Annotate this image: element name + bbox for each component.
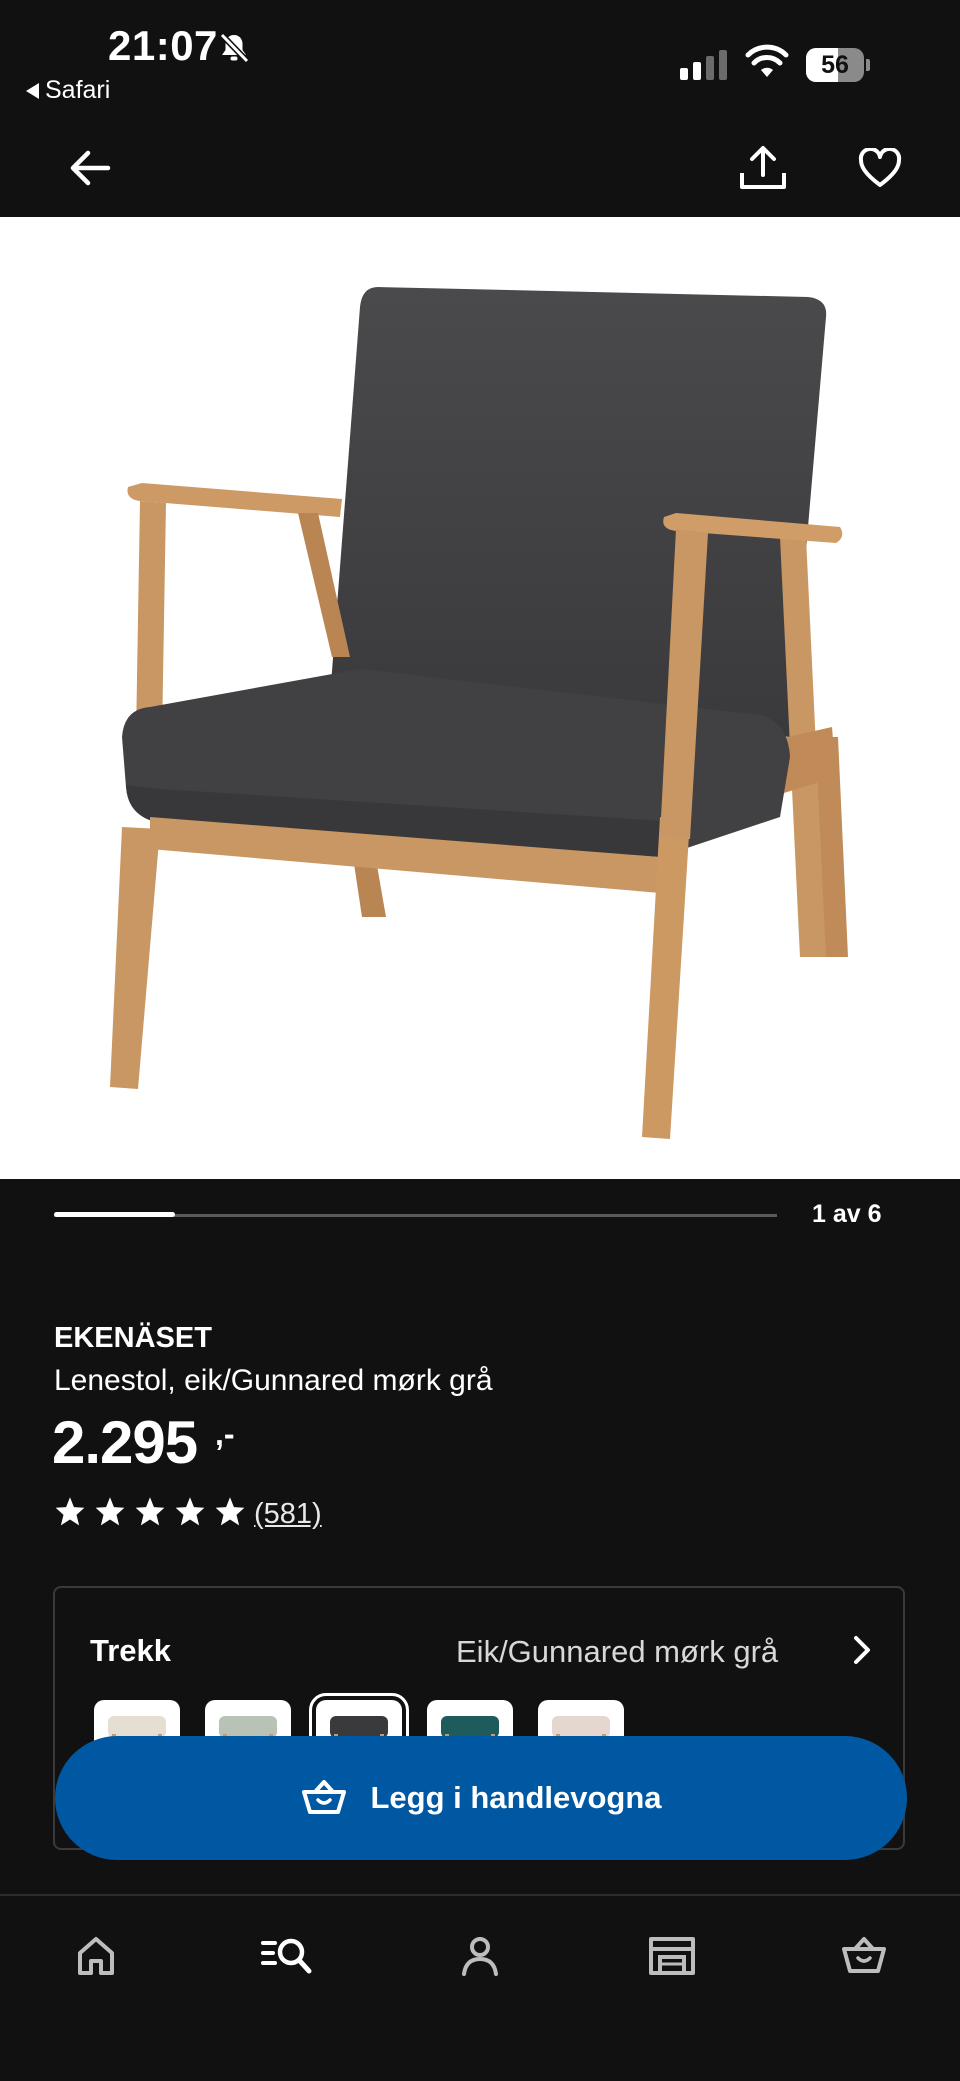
rating-stars[interactable] <box>54 1496 246 1526</box>
favorite-button[interactable] <box>852 140 908 196</box>
wifi-icon <box>745 44 789 77</box>
cart-basket-icon <box>302 1780 347 1814</box>
gallery-counter: 1 av 6 <box>812 1200 882 1228</box>
add-to-cart-label: Legg i handlevogna <box>370 1780 662 1815</box>
add-to-cart-button[interactable]: Legg i handlevogna <box>55 1736 907 1860</box>
home-icon <box>78 1937 114 1975</box>
profile-icon <box>462 1937 498 1976</box>
variant-value: Eik/Gunnared mørk grå <box>456 1634 779 1669</box>
back-to-safari[interactable]: Safari <box>26 76 110 105</box>
share-icon <box>740 146 786 189</box>
bell-slash-icon <box>219 32 250 64</box>
star-icon <box>95 1497 125 1526</box>
star-icon <box>135 1497 165 1526</box>
back-triangle-icon <box>26 82 39 99</box>
star-icon <box>175 1497 205 1526</box>
battery-level: 56 <box>821 51 849 79</box>
tab-home[interactable] <box>61 1920 131 1990</box>
star-icon <box>215 1497 245 1526</box>
back-arrow-icon <box>70 150 111 186</box>
tab-stores[interactable] <box>637 1920 707 1990</box>
armchair-illustration <box>110 287 848 1139</box>
store-icon <box>649 1937 695 1975</box>
share-button[interactable] <box>735 140 791 196</box>
tab-search[interactable] <box>252 1920 322 1990</box>
tab-profile[interactable] <box>445 1920 515 1990</box>
cart-basket-icon <box>842 1937 886 1973</box>
product-image[interactable] <box>0 217 960 1179</box>
variant-label: Trekk <box>90 1633 172 1668</box>
star-icon <box>55 1497 85 1526</box>
review-count-link[interactable]: (581) <box>254 1498 322 1531</box>
signal-icon <box>680 50 727 80</box>
price-suffix: ,- <box>215 1416 235 1452</box>
back-button[interactable] <box>62 140 118 196</box>
product-price: 2.295 <box>52 1409 198 1476</box>
status-time: 21:07 <box>108 22 218 69</box>
product-description: Lenestol, eik/Gunnared mørk grå <box>54 1364 493 1397</box>
product-name: EKENÄSET <box>54 1322 212 1354</box>
heart-icon <box>858 148 902 187</box>
battery-icon: 56 <box>806 48 870 82</box>
tab-cart[interactable] <box>829 1920 899 1990</box>
gallery-progress-fill <box>54 1212 175 1217</box>
search-list-icon <box>261 1938 312 1974</box>
chevron-right-icon[interactable] <box>846 1632 878 1668</box>
back-app-label: Safari <box>45 76 111 104</box>
tab-bar-divider <box>0 1894 960 1896</box>
